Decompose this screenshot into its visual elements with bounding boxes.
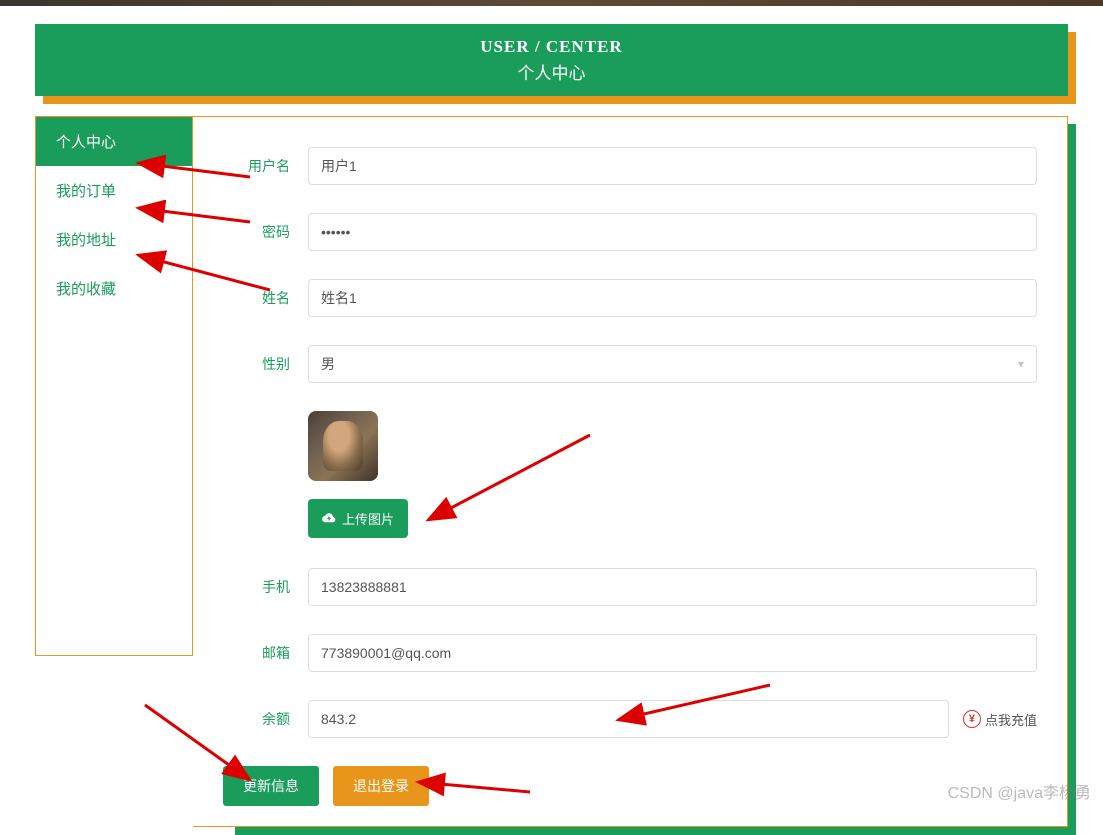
header: USER / CENTER 个人中心 — [35, 24, 1068, 96]
row-email: 邮箱 — [223, 634, 1037, 672]
input-name[interactable] — [308, 279, 1037, 317]
label-password: 密码 — [223, 222, 308, 242]
sidebar-item-favorites[interactable]: 我的收藏 — [36, 264, 192, 313]
sidebar: 个人中心 我的订单 我的地址 我的收藏 — [35, 116, 193, 656]
recharge-label: 点我充值 — [985, 710, 1037, 729]
input-email[interactable] — [308, 634, 1037, 672]
select-gender[interactable]: 男 ▾ — [308, 345, 1037, 383]
sidebar-item-address[interactable]: 我的地址 — [36, 215, 192, 264]
row-name: 姓名 — [223, 279, 1037, 317]
label-phone: 手机 — [223, 577, 308, 597]
avatar-image — [308, 411, 378, 481]
label-username: 用户名 — [223, 156, 308, 176]
cloud-upload-icon — [322, 511, 336, 526]
label-balance: 余额 — [223, 709, 308, 729]
button-row: 更新信息 退出登录 — [223, 766, 1037, 806]
watermark: CSDN @java李杨勇 — [948, 779, 1091, 803]
input-phone[interactable] — [308, 568, 1037, 606]
row-balance: 余额 ¥ 点我充值 — [223, 700, 1037, 738]
recharge-link[interactable]: ¥ 点我充值 — [963, 710, 1037, 729]
select-gender-value: 男 — [321, 354, 335, 374]
row-username: 用户名 — [223, 147, 1037, 185]
input-balance[interactable] — [308, 700, 949, 738]
label-gender: 性别 — [223, 354, 308, 374]
sidebar-item-orders[interactable]: 我的订单 — [36, 166, 192, 215]
input-username[interactable] — [308, 147, 1037, 185]
label-email: 邮箱 — [223, 643, 308, 663]
row-avatar — [308, 411, 1037, 481]
chevron-down-icon: ▾ — [1018, 357, 1024, 371]
yen-icon: ¥ — [963, 710, 981, 728]
label-name: 姓名 — [223, 288, 308, 308]
header-title-cn: 个人中心 — [518, 59, 586, 84]
logout-button[interactable]: 退出登录 — [333, 766, 429, 806]
header-title-en: USER / CENTER — [480, 37, 622, 57]
header-banner: USER / CENTER 个人中心 — [35, 24, 1068, 96]
upload-button-label: 上传图片 — [342, 509, 394, 528]
row-phone: 手机 — [223, 568, 1037, 606]
input-password[interactable] — [308, 213, 1037, 251]
main-container: 个人中心 我的订单 我的地址 我的收藏 用户名 密码 姓名 性别 男 ▾ — [35, 116, 1068, 827]
row-gender: 性别 男 ▾ — [223, 345, 1037, 383]
upload-button[interactable]: 上传图片 — [308, 499, 408, 538]
sidebar-item-user-center[interactable]: 个人中心 — [36, 117, 192, 166]
top-strip — [0, 0, 1103, 6]
content-panel: 用户名 密码 姓名 性别 男 ▾ 上传图片 手 — [193, 116, 1068, 827]
row-password: 密码 — [223, 213, 1037, 251]
update-button[interactable]: 更新信息 — [223, 766, 319, 806]
